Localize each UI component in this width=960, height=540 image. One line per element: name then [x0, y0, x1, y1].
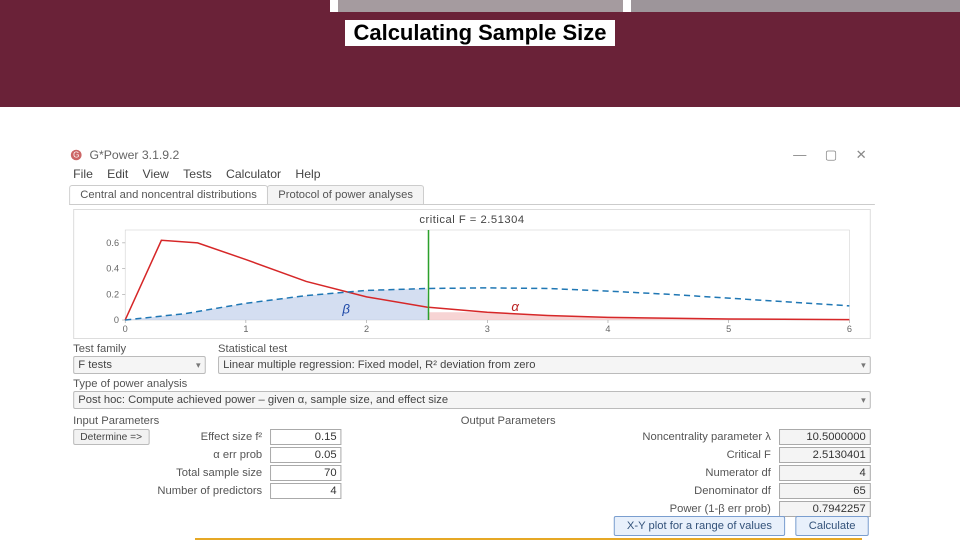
svg-text:0: 0: [123, 324, 128, 334]
label-output-parameters: Output Parameters: [461, 415, 871, 427]
select-statistical-test[interactable]: Linear multiple regression: Fixed model,…: [218, 356, 871, 374]
label-test-family: Test family: [73, 343, 206, 355]
tab-protocol[interactable]: Protocol of power analyses: [267, 185, 424, 204]
close-icon[interactable]: ✕: [856, 147, 867, 163]
svg-text:2: 2: [364, 324, 369, 334]
menubar: File Edit View Tests Calculator Help: [65, 165, 879, 183]
chart-title: critical F = 2.51304: [78, 214, 865, 226]
menu-file[interactable]: File: [73, 167, 93, 181]
window-titlebar: G G*Power 3.1.9.2 — ▢ ✕: [65, 145, 879, 165]
svg-text:α: α: [511, 299, 519, 314]
menu-calculator[interactable]: Calculator: [226, 167, 281, 181]
svg-text:0: 0: [114, 315, 119, 325]
menu-edit[interactable]: Edit: [107, 167, 128, 181]
field-alpha[interactable]: 0.05: [270, 447, 341, 463]
decorative-top-strip: [0, 0, 960, 12]
determine-button[interactable]: Determine =>: [73, 429, 149, 445]
field-ncp: 10.5000000: [779, 429, 871, 445]
tab-row: Central and noncentral distributions Pro…: [69, 185, 875, 205]
label-effect-size: Effect size f²: [157, 431, 262, 443]
field-effect-size[interactable]: 0.15: [270, 429, 341, 445]
svg-text:1: 1: [243, 324, 248, 334]
menu-tests[interactable]: Tests: [183, 167, 212, 181]
label-num-df: Numerator df: [461, 467, 771, 479]
slide-title: Calculating Sample Size: [345, 20, 614, 46]
xy-plot-button[interactable]: X-Y plot for a range of values: [614, 516, 786, 536]
svg-text:G: G: [73, 151, 79, 160]
field-critf: 2.5130401: [779, 447, 871, 463]
label-statistical-test: Statistical test: [218, 343, 871, 355]
label-total-n: Total sample size: [157, 467, 262, 479]
field-num-df: 4: [779, 465, 871, 481]
slide-title-bar: Calculating Sample Size: [0, 12, 960, 107]
label-predictors: Number of predictors: [157, 485, 262, 497]
label-input-parameters: Input Parameters: [73, 415, 420, 427]
svg-text:0.6: 0.6: [106, 238, 119, 248]
menu-view[interactable]: View: [143, 167, 169, 181]
calculate-button[interactable]: Calculate: [795, 516, 868, 536]
svg-text:3: 3: [485, 324, 490, 334]
gpower-window: G G*Power 3.1.9.2 — ▢ ✕ File Edit View T…: [65, 145, 879, 540]
maximize-icon[interactable]: ▢: [825, 147, 838, 163]
field-total-n[interactable]: 70: [270, 465, 341, 481]
label-critf: Critical F: [461, 449, 771, 461]
window-title: G*Power 3.1.9.2: [89, 148, 179, 162]
svg-text:0.4: 0.4: [106, 264, 119, 274]
svg-text:6: 6: [847, 324, 852, 334]
svg-text:4: 4: [605, 324, 610, 334]
field-predictors[interactable]: 4: [270, 483, 341, 499]
svg-text:0.2: 0.2: [106, 289, 119, 299]
label-ncp: Noncentrality parameter λ: [461, 431, 771, 443]
distribution-chart: critical F = 2.51304 0 0.2 0.4 0.6 0 1 2 3 4 5 6 β α: [73, 209, 871, 339]
menu-help[interactable]: Help: [295, 167, 320, 181]
label-type-power: Type of power analysis: [73, 378, 871, 390]
minimize-icon[interactable]: —: [793, 147, 806, 163]
select-test-family[interactable]: F tests: [73, 356, 206, 374]
label-den-df: Denominator df: [461, 485, 771, 497]
label-alpha: α err prob: [157, 449, 262, 461]
tab-distributions[interactable]: Central and noncentral distributions: [69, 185, 268, 204]
select-type-power[interactable]: Post hoc: Compute achieved power – given…: [73, 391, 871, 409]
app-icon: G: [69, 148, 83, 162]
bottom-button-bar: X-Y plot for a range of values Calculate: [65, 512, 879, 540]
svg-text:β: β: [341, 302, 350, 317]
chart-svg: 0 0.2 0.4 0.6 0 1 2 3 4 5 6 β α: [78, 228, 865, 338]
field-den-df: 65: [779, 483, 871, 499]
svg-text:5: 5: [726, 324, 731, 334]
